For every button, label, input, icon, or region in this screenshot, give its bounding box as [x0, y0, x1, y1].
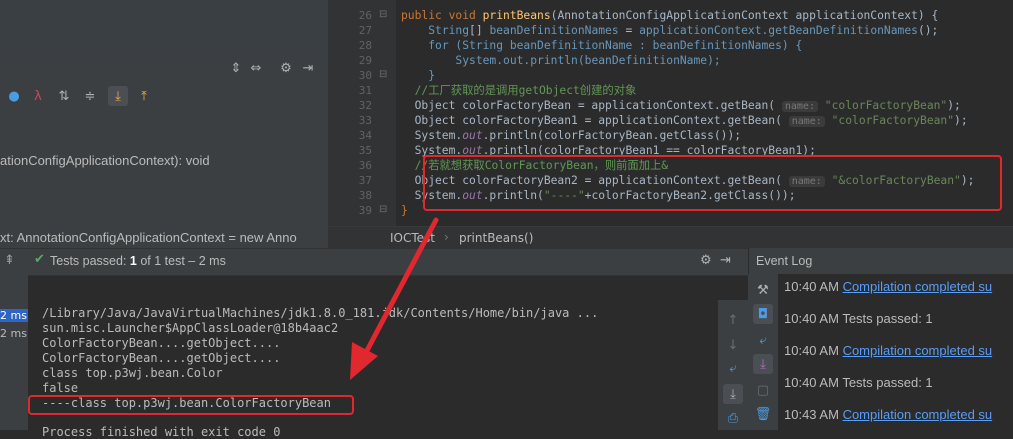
highlight-box-code [423, 155, 1002, 211]
console-line: /Library/Java/JavaVirtualMachines/jdk1.8… [42, 306, 599, 320]
panel-header-strip [0, 0, 328, 52]
event-log-list: 10:40 AM Compilation completed su 10:40 … [778, 274, 1013, 430]
line-number: 31 [358, 84, 372, 97]
breadcrumb-method[interactable]: printBeans() [459, 231, 533, 245]
event-time: 10:40 AM [784, 279, 839, 294]
hide-icon[interactable]: ⇥ [720, 253, 731, 268]
code-line-27: String[] beanDefinitionNames = applicati… [428, 24, 939, 37]
event-entry: 10:40 AM Tests passed: 1 [784, 311, 933, 326]
scroll-to-end-icon[interactable]: ⤓ [753, 354, 773, 374]
check-icon: ✔ [34, 252, 45, 267]
tests-status: Tests passed: 1 of 1 test – 2 ms [50, 254, 226, 268]
editor-gutter: 26 27 28 29 30 31 32 33 34 35 36 37 38 3… [328, 0, 396, 226]
line-number: 38 [358, 189, 372, 202]
gear-icon[interactable]: ⚙ [700, 253, 712, 268]
code-line-32: Object colorFactoryBean = applicationCon… [401, 99, 961, 112]
structure-panel: ⇕ ⇔ ⚙ ⇥ ● λ ⇅ ≑ ⤓ ⤒ ationConfigApplicati… [0, 0, 328, 248]
sort-icon[interactable]: ⇅ [54, 86, 74, 106]
event-log-title: Event Log [756, 254, 813, 268]
tests-status-prefix: Tests passed: [50, 254, 127, 268]
line-number: 30 [358, 69, 372, 82]
event-time: 10:40 AM [784, 343, 839, 358]
event-time: 10:40 AM [784, 375, 839, 390]
line-number: 28 [358, 39, 372, 52]
console-line: false [42, 381, 79, 395]
annotation-arrow [350, 217, 439, 380]
fold-icon[interactable]: ⊟ [379, 69, 387, 80]
line-number: 36 [358, 159, 372, 172]
trash-icon[interactable]: 🗑 [753, 404, 773, 424]
circle-icon[interactable]: ● [4, 86, 24, 106]
code-line-30: } [428, 69, 436, 82]
event-entry: 10:40 AM Compilation completed su [784, 279, 992, 294]
code-line-28: for (String beanDefinitionName : beanDef… [428, 39, 803, 52]
autoscroll-to-source-icon[interactable]: ⤓ [108, 86, 128, 106]
method-item[interactable]: ationConfigApplicationContext): void [0, 153, 210, 168]
test-tree: 2 ms 2 ms [0, 275, 28, 430]
line-number: 26 [358, 9, 372, 22]
tests-status-suffix: of 1 test – 2 ms [140, 254, 226, 268]
variable-item[interactable]: xt: AnnotationConfigApplicationContext =… [0, 230, 297, 245]
line-number: 32 [358, 99, 372, 112]
console-line: class top.p3wj.bean.Color [42, 366, 223, 380]
event-link[interactable]: Compilation completed su [843, 279, 993, 294]
tests-status-count: 1 [129, 254, 137, 268]
line-number: 37 [358, 174, 372, 187]
event-link[interactable]: Compilation completed su [843, 407, 993, 422]
console-toolbar: ↑ ↓ ⤶ ⤓ ⎙ [718, 300, 748, 430]
autoscroll-from-source-icon[interactable]: ⤒ [134, 86, 154, 106]
line-number: 35 [358, 144, 372, 157]
wrench-icon[interactable]: ⚒ [753, 280, 773, 300]
balloon-icon[interactable]: ◘ [753, 304, 773, 324]
expand-all-icon[interactable]: ⇕ [226, 58, 246, 78]
event-log-toolbar: ⚒ ◘ ⤶ ⤓ ▢ 🗑 [748, 274, 778, 430]
line-number: 27 [358, 24, 372, 37]
event-text: Tests passed: 1 [842, 311, 933, 326]
event-link[interactable]: Compilation completed su [843, 343, 993, 358]
collapse-tree-icon[interactable]: ⇞ [4, 253, 15, 268]
up-arrow-icon[interactable]: ↑ [723, 310, 743, 330]
console-line: ColorFactoryBean....getObject.... [42, 351, 281, 365]
mark-read-icon[interactable]: ▢ [753, 380, 773, 400]
event-text: Tests passed: 1 [842, 375, 933, 390]
code-line-31: //工厂获取的是调用getObject创建的对象 [414, 84, 637, 97]
event-entry: 10:40 AM Tests passed: 1 [784, 375, 933, 390]
event-time: 10:40 AM [784, 311, 839, 326]
filter-icon[interactable]: ≑ [80, 86, 100, 106]
highlight-box-console [28, 395, 354, 415]
code-line-29: System.out.println(beanDefinitionName); [455, 54, 721, 67]
soft-wrap-icon[interactable]: ⤶ [753, 330, 773, 350]
test-time-selected[interactable]: 2 ms [0, 309, 28, 322]
code-line-26: public void printBeans(AnnotationConfigA… [401, 9, 939, 22]
fold-icon[interactable]: ⊟ [379, 9, 387, 20]
test-time[interactable]: 2 ms [0, 327, 28, 340]
event-entry: 10:40 AM Compilation completed su [784, 343, 992, 358]
lambda-icon[interactable]: λ [28, 86, 48, 106]
console-line: ColorFactoryBean....getObject.... [42, 336, 281, 350]
hide-icon[interactable]: ⇥ [298, 58, 318, 78]
console-line: sun.misc.Launcher$AppClassLoader@18b4aac… [42, 321, 339, 335]
gear-icon[interactable]: ⚙ [276, 58, 296, 78]
print-icon[interactable]: ⎙ [723, 408, 743, 428]
code-line-34: System.out.println(colorFactoryBean.getC… [401, 129, 742, 142]
console-line: Process finished with exit code 0 [42, 425, 281, 439]
collapse-all-icon[interactable]: ⇔ [246, 58, 266, 78]
soft-wrap-icon[interactable]: ⤶ [723, 358, 743, 378]
line-number: 34 [358, 129, 372, 142]
event-time: 10:43 AM [784, 407, 839, 422]
line-number: 29 [358, 54, 372, 67]
event-entry: 10:43 AM Compilation completed su [784, 407, 992, 422]
code-line-33: Object colorFactoryBean1 = applicationCo… [401, 114, 968, 127]
scroll-to-end-icon[interactable]: ⤓ [723, 384, 743, 404]
down-arrow-icon[interactable]: ↓ [723, 335, 743, 355]
line-number: 33 [358, 114, 372, 127]
